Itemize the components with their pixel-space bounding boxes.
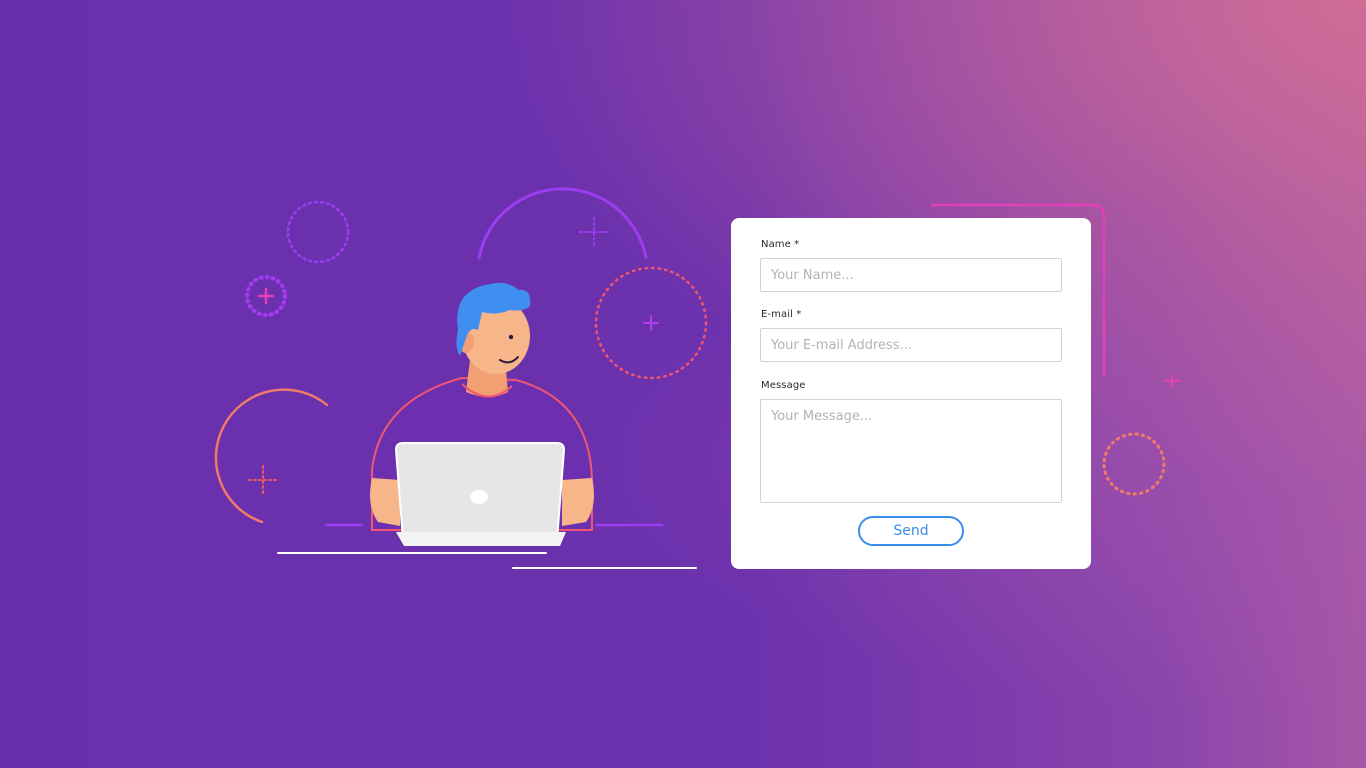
email-label: E-mail * [761,309,802,320]
send-button[interactable]: Send [858,516,964,546]
background-illustration [214,187,1180,569]
plus-icon [643,315,659,331]
plus-icon [257,287,275,305]
name-label: Name * [761,239,800,250]
dotted-circle-icon [286,200,350,264]
message-textarea[interactable] [760,399,1062,503]
name-input[interactable] [760,258,1062,292]
contact-form-card: Name * E-mail * Message Send [731,218,1091,569]
dotted-circle-icon [1102,432,1166,496]
arc-decoration [214,388,329,524]
sparkle-icon [579,217,609,247]
email-input[interactable] [760,328,1062,362]
message-label: Message [761,380,806,391]
sparkle-icon [248,465,278,495]
plus-icon [1164,374,1180,389]
person-with-laptop-illustration [370,282,594,546]
arc-decoration [477,187,648,260]
